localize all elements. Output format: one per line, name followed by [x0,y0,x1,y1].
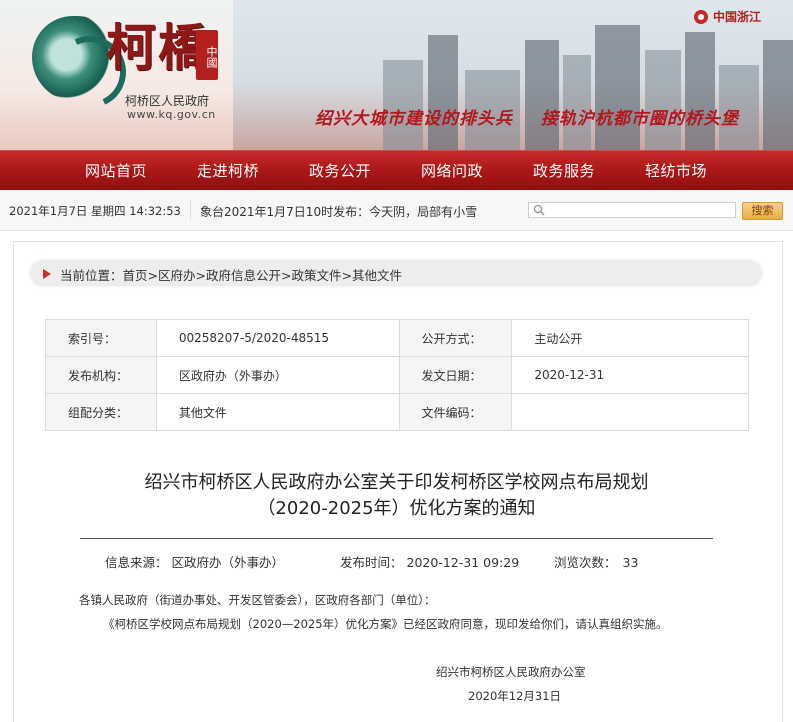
search-input[interactable] [528,202,736,218]
zhejiang-emblem-icon [693,9,708,24]
breadcrumb: 当前位置：首页>区府办>政府信息公开>政策文件>其他文件 [60,265,402,284]
title-line-1: 绍兴市柯桥区人民政府办公室关于印发柯桥区学校网点布局规划 [144,472,649,493]
breadcrumb-policy-docs[interactable]: 政策文件 [292,268,342,283]
breadcrumb-office[interactable]: 区府办 [158,268,196,283]
view-count: 浏览次数： 33 [554,552,638,571]
header-banner: 柯橋 中國 柯桥区人民政府 www.kq.gov.cn 中国浙江 绍兴大城市建设… [0,0,793,150]
issue-date-value: 2020-12-31 [511,356,749,394]
divider [190,200,191,220]
breadcrumb-home[interactable]: 首页 [123,268,148,283]
title-divider [80,538,713,539]
info-source-label: 信息来源： [105,555,168,570]
publisher-label: 发布机构： [45,356,157,394]
nav-item-online-inquiry[interactable]: 网络问政 [421,160,483,181]
nav-item-about-keqiao[interactable]: 走进柯桥 [197,160,259,181]
breadcrumb-arrow-icon [43,269,51,279]
gov-name: 柯桥区人民政府 [125,94,210,108]
current-datetime: 2021年1月7日 星期四 14:32:53 [9,204,181,218]
index-no-value: 00258207-5/2020-48515 [155,319,400,357]
breadcrumb-sep: > [281,268,292,283]
gov-url: www.kq.gov.cn [127,108,216,121]
category-value: 其他文件 [155,393,400,431]
view-count-label: 浏览次数： [554,555,617,570]
nav-item-gov-affairs-open[interactable]: 政务公开 [309,160,371,181]
publish-time: 发布时间： 2020-12-31 09:29 [340,552,519,571]
nav-item-gov-services[interactable]: 政务服务 [533,160,595,181]
title-line-2: （2020-2025年）优化方案的通知 [257,498,536,519]
logo-seal: 中國 [196,30,218,80]
doc-code-label: 文件编码： [398,393,513,431]
disclosure-method-label: 公开方式： [398,319,513,357]
weather-ticker: 象台2021年1月7日10时发布：今天阴，局部有小雪 [200,205,478,219]
table-row: 索引号： 00258207-5/2020-48515 公开方式： 主动公开 [45,319,749,357]
table-row: 发布机构： 区政府办（外事办） 发文日期： 2020-12-31 [45,356,749,394]
category-label: 组配分类： [45,393,157,431]
slogan-2: 接轨沪杭都市圈的桥头堡 [541,109,739,129]
info-source: 信息来源： 区政府办（外事办） [105,552,284,571]
publisher-value: 区政府办（外事办） [155,356,400,394]
breadcrumb-sep: > [341,268,353,283]
document-meta-table: 索引号： 00258207-5/2020-48515 公开方式： 主动公开 发布… [45,319,749,431]
breadcrumb-prefix: 当前位置： [60,268,123,283]
search-icon [533,204,545,216]
search-button[interactable]: 搜索 [742,202,783,220]
nav-item-home[interactable]: 网站首页 [85,160,147,181]
breadcrumb-other-docs[interactable]: 其他文件 [352,268,402,283]
info-source-value: 区政府办（外事办） [171,555,285,570]
slogan-1: 绍兴大城市建设的排头兵 [315,109,513,129]
header-slogan: 绍兴大城市建设的排头兵 接轨沪杭都市圈的桥头堡 [315,104,739,129]
publish-time-label: 发布时间： [340,555,403,570]
view-count-value: 33 [622,555,639,570]
logo-text: 柯橋 [106,18,210,77]
breadcrumb-info-open[interactable]: 政府信息公开 [206,268,281,283]
publish-time-value: 2020-12-31 09:29 [406,555,520,570]
document-title: 绍兴市柯桥区人民政府办公室关于印发柯桥区学校网点布局规划 （2020-2025年… [60,470,733,522]
disclosure-method-value: 主动公开 [511,319,749,357]
body-paragraph: 《柯桥区学校网点布局规划（2020—2025年）优化方案》已经区政府同意，现印发… [103,617,668,631]
zhejiang-link[interactable]: 中国浙江 [693,8,761,25]
issue-date-label: 发文日期： [398,356,513,394]
sign-date: 2020年12月31日 [468,689,562,703]
doc-code-value [511,393,749,431]
signature: 绍兴市柯桥区人民政府办公室 [436,665,586,679]
breadcrumb-sep: > [195,268,207,283]
nav-item-textile-market[interactable]: 轻纺市场 [645,160,707,181]
salutation: 各镇人民政府（街道办事处、开发区管委会），区政府各部门（单位）： [79,593,436,607]
main-nav: 网站首页 走进柯桥 政务公开 网络问政 政务服务 轻纺市场 [0,150,793,190]
zhejiang-label: 中国浙江 [712,10,761,24]
index-no-label: 索引号： [45,319,157,357]
table-row: 组配分类： 其他文件 文件编码： [45,393,749,431]
breadcrumb-sep: > [147,268,159,283]
